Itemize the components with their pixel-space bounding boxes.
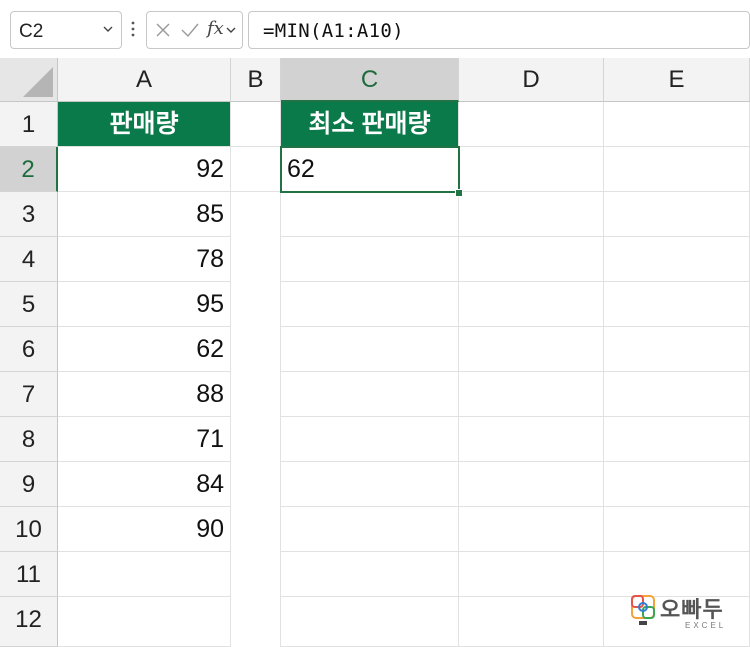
cell-d11[interactable] (459, 552, 604, 597)
more-options-icon[interactable] (130, 19, 136, 39)
cell-e2[interactable] (604, 147, 750, 192)
row-header-7[interactable]: 7 (0, 372, 58, 417)
cell-e4[interactable] (604, 237, 750, 282)
cell-a10[interactable]: 90 (58, 507, 231, 552)
logo-korean-text: 오빠두 (660, 598, 724, 623)
formula-controls: fx (146, 11, 243, 49)
cell-e9[interactable] (604, 462, 750, 507)
cell-c11[interactable] (281, 552, 459, 597)
formula-text[interactable]: =MIN(A1:A10) (263, 20, 404, 42)
cell-e11[interactable] (604, 552, 750, 597)
cell-a8[interactable]: 71 (58, 417, 231, 462)
column-b-empty[interactable] (231, 192, 281, 647)
cell-a11[interactable] (58, 552, 231, 597)
cell-b2[interactable] (231, 147, 281, 192)
cell-d1[interactable] (459, 102, 604, 147)
select-all-button[interactable] (0, 58, 58, 102)
cell-c5[interactable] (281, 282, 459, 327)
cell-d4[interactable] (459, 237, 604, 282)
row-header-4[interactable]: 4 (0, 237, 58, 282)
row-header-8[interactable]: 8 (0, 417, 58, 462)
cell-c9[interactable] (281, 462, 459, 507)
fill-handle[interactable] (455, 189, 463, 197)
cell-b1[interactable] (231, 102, 281, 147)
cell-c2[interactable]: 62 (281, 147, 459, 192)
cell-a1[interactable]: 판매량 (58, 102, 231, 147)
cell-e5[interactable] (604, 282, 750, 327)
chevron-down-icon[interactable] (226, 25, 236, 35)
cell-a6[interactable]: 62 (58, 327, 231, 372)
chevron-down-icon[interactable] (103, 24, 113, 34)
logo-english-text: EXCEL (685, 621, 727, 630)
cell-c7[interactable] (281, 372, 459, 417)
column-header-c[interactable]: C (281, 58, 459, 102)
name-box-value[interactable]: C2 (19, 21, 43, 43)
cell-d9[interactable] (459, 462, 604, 507)
cell-c8[interactable] (281, 417, 459, 462)
cell-d12[interactable] (459, 597, 604, 647)
cell-c10[interactable] (281, 507, 459, 552)
name-box[interactable]: C2 (10, 11, 122, 49)
cell-e10[interactable] (604, 507, 750, 552)
cell-a2[interactable]: 92 (58, 147, 231, 192)
logo-icon (631, 595, 655, 625)
row-header-9[interactable]: 9 (0, 462, 58, 507)
formula-bar-area: C2 fx =MIN(A1:A10) (0, 0, 750, 58)
cell-e3[interactable] (604, 192, 750, 237)
cell-d10[interactable] (459, 507, 604, 552)
cell-c12[interactable] (281, 597, 459, 647)
cell-d6[interactable] (459, 327, 604, 372)
cell-a9[interactable]: 84 (58, 462, 231, 507)
fx-icon[interactable]: fx (207, 18, 224, 39)
formula-input[interactable]: =MIN(A1:A10) (248, 11, 750, 49)
cell-a3[interactable]: 85 (58, 192, 231, 237)
cell-a12[interactable] (58, 597, 231, 647)
cell-e6[interactable] (604, 327, 750, 372)
spreadsheet-grid: A B C D E 1 2 3 4 5 6 7 8 9 10 11 12 판매량… (0, 58, 750, 647)
cell-e7[interactable] (604, 372, 750, 417)
cell-c6[interactable] (281, 327, 459, 372)
enter-icon[interactable] (179, 20, 201, 40)
cell-e1[interactable] (604, 102, 750, 147)
column-header-a[interactable]: A (58, 58, 231, 102)
cell-a4[interactable]: 78 (58, 237, 231, 282)
row-header-5[interactable]: 5 (0, 282, 58, 327)
cell-a5[interactable]: 95 (58, 282, 231, 327)
cell-a7[interactable]: 88 (58, 372, 231, 417)
watermark-logo: 오빠두 EXCEL (630, 592, 740, 636)
row-header-12[interactable]: 12 (0, 597, 58, 647)
cell-c4[interactable] (281, 237, 459, 282)
column-header-b[interactable]: B (231, 58, 281, 102)
column-header-d[interactable]: D (459, 58, 604, 102)
cancel-icon[interactable] (153, 20, 173, 40)
cell-d3[interactable] (459, 192, 604, 237)
column-header-e[interactable]: E (604, 58, 750, 102)
row-header-2[interactable]: 2 (0, 147, 58, 192)
row-header-3[interactable]: 3 (0, 192, 58, 237)
cell-d8[interactable] (459, 417, 604, 462)
select-all-icon (23, 67, 53, 97)
cell-d2[interactable] (459, 147, 604, 192)
row-header-6[interactable]: 6 (0, 327, 58, 372)
cell-e8[interactable] (604, 417, 750, 462)
row-header-11[interactable]: 11 (0, 552, 58, 597)
cell-c1[interactable]: 최소 판매량 (281, 102, 459, 147)
cell-d7[interactable] (459, 372, 604, 417)
row-header-1[interactable]: 1 (0, 102, 58, 147)
cell-d5[interactable] (459, 282, 604, 327)
row-header-10[interactable]: 10 (0, 507, 58, 552)
cell-c3[interactable] (281, 192, 459, 237)
